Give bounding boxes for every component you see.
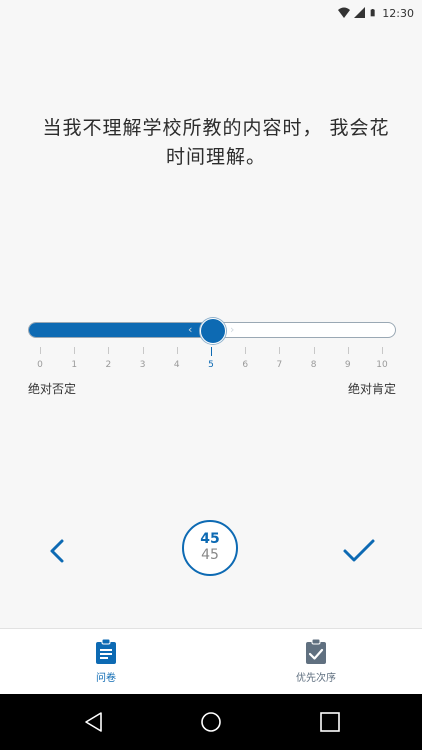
wifi-icon xyxy=(338,7,351,18)
android-navigation-bar xyxy=(0,694,422,750)
checkmark-icon xyxy=(343,539,375,562)
slider-chevron-left-icon: ‹ xyxy=(188,323,193,336)
rating-slider[interactable]: ‹ › 0 1 2 3 4 5 6 7 8 9 10 绝对否定 绝对肯定 xyxy=(28,318,396,412)
android-home-icon[interactable] xyxy=(199,710,223,734)
battery-icon xyxy=(370,9,375,17)
android-back-icon[interactable] xyxy=(82,710,106,734)
tab-questionnaire[interactable]: 问卷 xyxy=(46,639,166,684)
slider-tick-label: 5 xyxy=(208,360,214,370)
slider-tick-label: 2 xyxy=(105,360,112,370)
slider-tick-label: 7 xyxy=(276,360,283,370)
chevron-left-icon xyxy=(50,539,64,563)
tab-priority[interactable]: 优先次序 xyxy=(256,639,376,684)
slider-tick xyxy=(245,347,247,354)
status-time: 12:30 xyxy=(382,6,414,20)
slider-fill xyxy=(29,323,212,337)
status-icons: 12:30 xyxy=(338,5,414,21)
tab-priority-label: 优先次序 xyxy=(296,673,336,684)
slider-tick-label: 1 xyxy=(71,360,78,370)
tab-questionnaire-label: 问卷 xyxy=(96,673,116,684)
slider-min-label: 绝对否定 xyxy=(28,382,77,396)
slider-tick xyxy=(347,347,349,354)
cell-signal-icon xyxy=(354,7,366,18)
slider-tick xyxy=(40,347,41,354)
slider-track[interactable]: ‹ › xyxy=(28,318,396,344)
done-button[interactable] xyxy=(342,536,376,566)
counter-total: 45 xyxy=(201,547,219,563)
slider-max-label: 绝对肯定 xyxy=(347,382,396,396)
slider-tick xyxy=(176,347,178,354)
slider-tick-label: 8 xyxy=(310,360,317,370)
android-recents-icon[interactable] xyxy=(318,710,342,734)
slider-thumb[interactable] xyxy=(200,318,226,344)
slider-tick-label: 3 xyxy=(139,360,146,370)
slider-tick xyxy=(211,347,212,356)
question-counter: 45 45 xyxy=(182,520,238,576)
slider-tick-label: 4 xyxy=(173,360,180,370)
question-text: 当我不理解学校所教的内容时， 我会花时间理解。 xyxy=(42,117,390,168)
slider-tick-label: 6 xyxy=(242,360,249,370)
slider-tick xyxy=(382,347,383,354)
slider-tick xyxy=(313,347,315,354)
counter-current: 45 xyxy=(200,531,220,547)
slider-tick xyxy=(279,347,281,354)
slider-tick-label: 9 xyxy=(344,360,351,370)
slider-tick-label: 0 xyxy=(37,360,43,370)
bottom-tab-bar: 问卷 优先次序 xyxy=(0,628,422,695)
slider-tick-label: 10 xyxy=(376,360,388,370)
status-bar: 12:30 xyxy=(0,0,422,26)
slider-tick xyxy=(74,347,76,354)
slider-tick xyxy=(108,347,110,354)
clipboard-list-icon xyxy=(96,639,116,664)
back-button[interactable] xyxy=(44,536,70,566)
slider-chevron-right-icon: › xyxy=(230,323,235,336)
slider-ticks: 0 1 2 3 4 5 6 7 8 9 10 xyxy=(28,347,396,387)
slider-tick xyxy=(142,347,144,354)
clipboard-check-icon xyxy=(306,639,326,664)
